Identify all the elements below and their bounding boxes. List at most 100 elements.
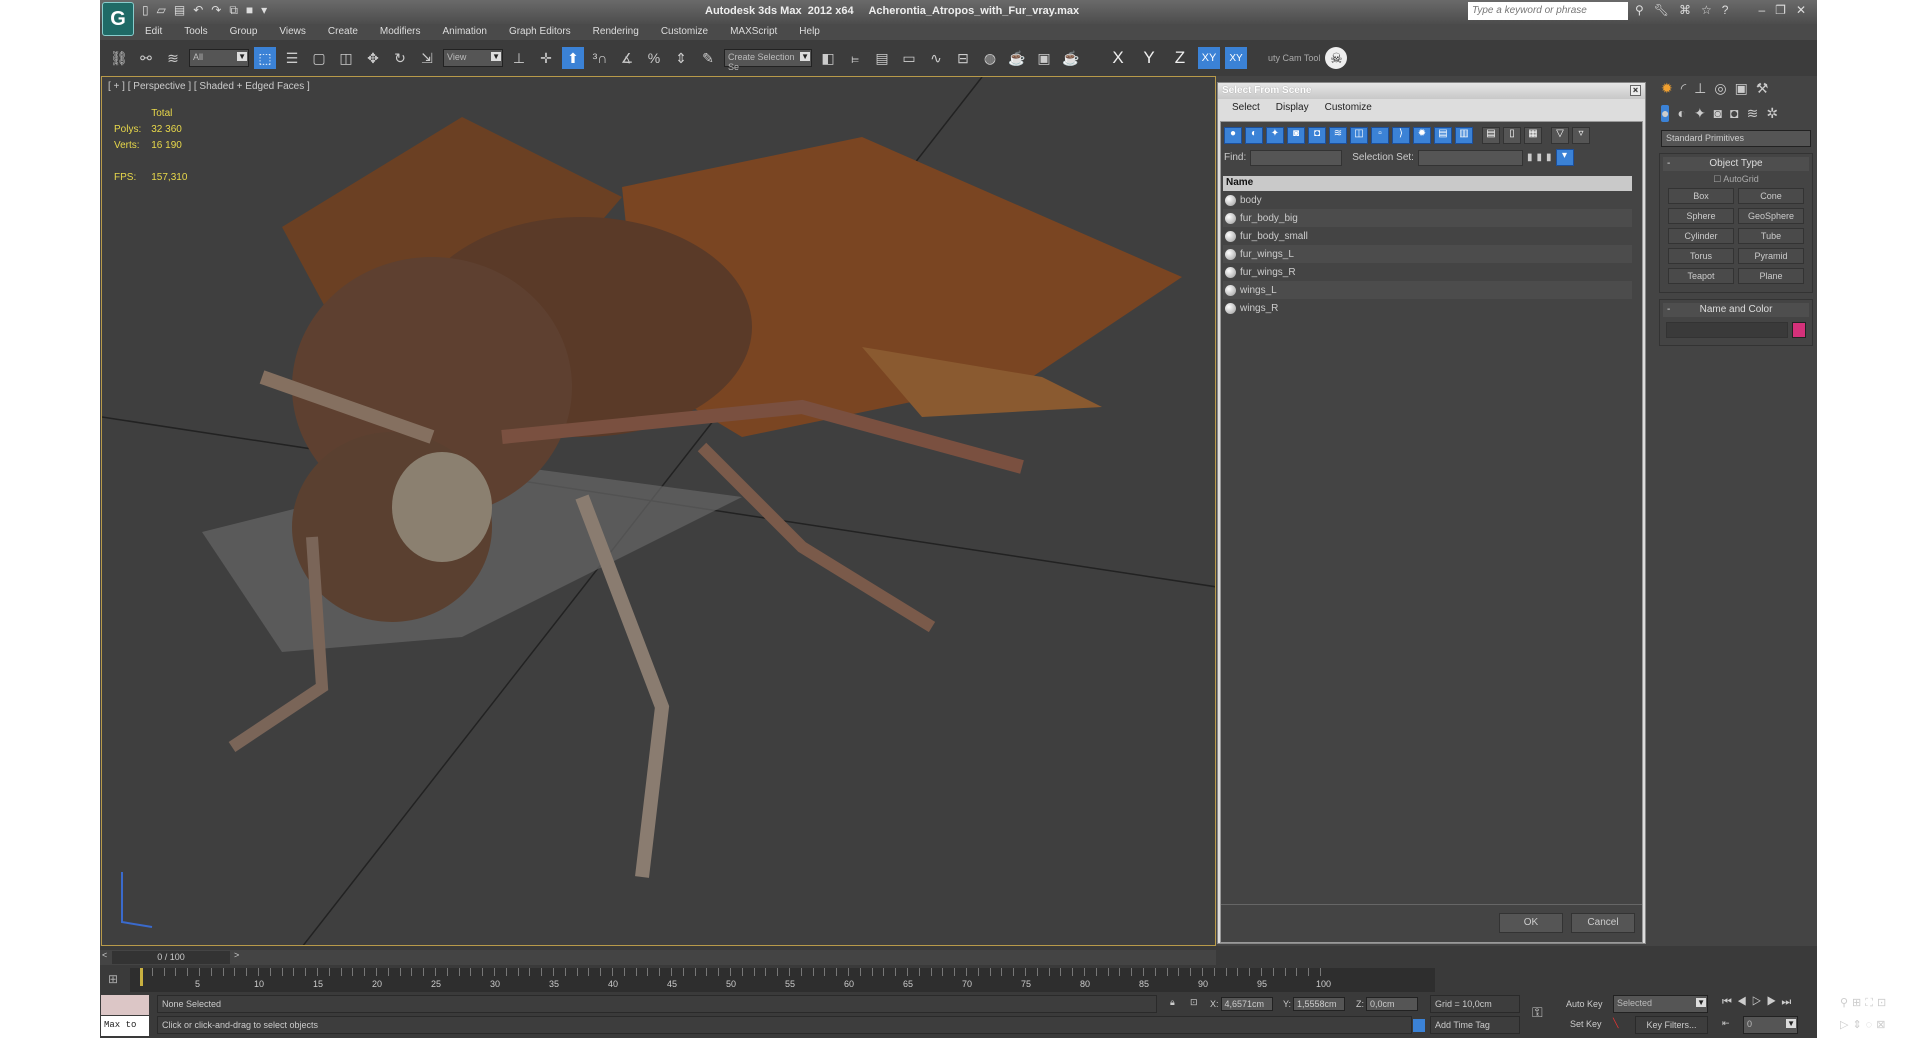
render-setup-icon[interactable]: ☕ [1006, 47, 1028, 69]
modify-tab-icon[interactable]: ◜ [1681, 80, 1686, 97]
menu-animation[interactable]: Animation [442, 24, 486, 40]
timeline-track[interactable]: 5 10 15 20 25 30 35 40 45 50 55 60 65 70 75 80 85 90 95 100 [130, 968, 1435, 992]
list-item[interactable]: wings_L [1223, 281, 1632, 299]
named-selection-set-dropdown[interactable]: Create Selection Se [724, 49, 812, 72]
app-menu-logo-button[interactable]: G [102, 2, 134, 36]
time-slider-thumb[interactable]: 0 / 100 [112, 951, 230, 964]
render-production-icon[interactable]: ☕ [1060, 47, 1082, 69]
perspective-viewport[interactable]: [ + ] [ Perspective ] [ Shaded + Edged F… [101, 76, 1216, 946]
select-by-name-icon[interactable]: ☰ [281, 47, 303, 69]
dropdown-icon[interactable]: ▾ [261, 3, 267, 18]
axis-xy-snap-button[interactable]: XY [1225, 47, 1247, 69]
new-file-icon[interactable]: ▯ [142, 3, 149, 18]
list-item[interactable]: fur_wings_L [1223, 245, 1632, 263]
auto-key-button[interactable]: Auto Key [1566, 999, 1603, 1009]
display-tab-icon[interactable]: ▣ [1735, 80, 1748, 97]
save-icon[interactable]: ▤ [174, 3, 185, 18]
containers-filter-icon[interactable]: ✹ [1413, 127, 1431, 144]
menu-maxscript[interactable]: MAXScript [730, 24, 777, 40]
skull-icon[interactable]: ☠ [1325, 47, 1348, 69]
selset-edit-icon[interactable]: ▮ [1546, 152, 1552, 163]
layer-manager-icon[interactable]: ▤ [871, 47, 893, 69]
sphere-button[interactable]: Sphere [1668, 208, 1734, 224]
helpers-icon[interactable]: ◘ [1730, 105, 1738, 122]
dialog-menu-display[interactable]: Display [1276, 99, 1309, 117]
window-icon[interactable]: ■ [246, 3, 253, 18]
create-tab-icon[interactable]: ✹ [1661, 80, 1673, 97]
object-name-input[interactable] [1666, 322, 1788, 338]
ok-button[interactable]: OK [1499, 913, 1563, 933]
open-file-icon[interactable]: ▱ [157, 3, 166, 18]
dialog-menu-customize[interactable]: Customize [1325, 99, 1372, 117]
playback-controls[interactable]: ⏮◀▷▶⏭ [1722, 996, 1796, 1009]
name-color-header[interactable]: Name and Color [1663, 303, 1809, 317]
pyramid-button[interactable]: Pyramid [1738, 248, 1804, 264]
rect-selection-icon[interactable]: ▢ [308, 47, 330, 69]
menu-graph-editors[interactable]: Graph Editors [509, 24, 571, 40]
viewport-nav-controls-2[interactable]: ▷⇕◌⊠ [1840, 1018, 1889, 1031]
selset-options-icon[interactable]: ▾ [1555, 149, 1574, 166]
help-icon[interactable]: ? [1722, 3, 1729, 17]
wrench-icon[interactable]: 🔧︎ [1654, 3, 1669, 17]
list-item[interactable]: fur_body_small [1223, 227, 1632, 245]
key-mode-toggle-icon[interactable]: ⇤ [1722, 1018, 1730, 1029]
rotate-icon[interactable]: ↻ [389, 47, 411, 69]
axis-xy-button[interactable]: XY [1198, 47, 1220, 69]
list-item[interactable]: fur_wings_R [1223, 263, 1632, 281]
set-keys-key-icon[interactable]: ⚿ [1532, 1004, 1543, 1021]
move-icon[interactable]: ✥ [362, 47, 384, 69]
angle-snap-icon[interactable]: ∡ [616, 47, 638, 69]
subscription-icon[interactable]: ⌘ [1679, 3, 1691, 17]
edit-named-selection-icon[interactable]: ✎ [697, 47, 719, 69]
axis-y-button[interactable]: Y [1136, 48, 1162, 68]
shapes-filter-icon[interactable]: ◐ [1245, 127, 1263, 144]
spacewarps-icon[interactable]: ≋ [1747, 105, 1759, 122]
lights-icon[interactable]: ✦ [1694, 105, 1706, 122]
mini-curve-editor-icon[interactable]: ⊞ [108, 972, 118, 986]
menu-help[interactable]: Help [799, 24, 820, 40]
object-category-dropdown[interactable]: Standard Primitives [1661, 130, 1811, 147]
z-coordinate-field[interactable]: 0,0cm [1366, 997, 1418, 1011]
absolute-mode-icon[interactable]: ⊡ [1190, 997, 1198, 1008]
torus-button[interactable]: Torus [1668, 248, 1734, 264]
hierarchy-tab-icon[interactable]: ⊥ [1694, 80, 1706, 97]
shapes-icon[interactable]: ◐ [1677, 105, 1685, 122]
menu-views[interactable]: Views [279, 24, 306, 40]
systems-icon[interactable]: ✲ [1766, 105, 1778, 122]
invert-selection-icon[interactable]: ▦ [1524, 127, 1542, 144]
time-slider[interactable]: < 0 / 100 > [100, 950, 1216, 965]
hidden-filter-icon[interactable]: ▥ [1455, 127, 1473, 144]
cancel-button[interactable]: Cancel [1571, 913, 1635, 933]
dialog-menu-select[interactable]: Select [1232, 99, 1260, 117]
xrefs-filter-icon[interactable]: ▫ [1371, 127, 1389, 144]
close-icon[interactable]: ✕ [1796, 3, 1806, 17]
graphite-icon[interactable]: ▭ [898, 47, 920, 69]
selset-add-icon[interactable]: ▮ [1527, 152, 1533, 163]
bones-filter-icon[interactable]: ⟩ [1392, 127, 1410, 144]
key-filters-button[interactable]: Key Filters... [1635, 1016, 1708, 1034]
dialog-close-icon[interactable]: × [1630, 85, 1641, 96]
link-icon[interactable]: ⛓ [108, 47, 130, 69]
plane-button[interactable]: Plane [1738, 268, 1804, 284]
box-button[interactable]: Box [1668, 188, 1734, 204]
menu-group[interactable]: Group [230, 24, 258, 40]
utilities-tab-icon[interactable]: ⚒ [1756, 80, 1769, 97]
cameras-filter-icon[interactable]: ◙ [1287, 127, 1305, 144]
scale-icon[interactable]: ⇲ [416, 47, 438, 69]
key-mode-dropdown[interactable]: Selected [1613, 995, 1708, 1013]
filter-icon[interactable]: ▽ [1551, 127, 1569, 144]
star-icon[interactable]: ☆ [1701, 3, 1712, 17]
align-icon[interactable]: ⫢ [844, 47, 866, 69]
material-editor-icon[interactable]: ◍ [979, 47, 1001, 69]
list-item[interactable]: wings_R [1223, 299, 1632, 317]
motion-tab-icon[interactable]: ◎ [1714, 80, 1726, 97]
selection-filter-dropdown[interactable]: All [189, 49, 249, 67]
menu-tools[interactable]: Tools [184, 24, 207, 40]
percent-snap-icon[interactable]: % [643, 47, 665, 69]
autogrid-checkbox[interactable]: ☐ AutoGrid [1660, 174, 1812, 185]
cameras-icon[interactable]: ◙ [1714, 105, 1722, 122]
search-input[interactable]: Type a keyword or phrase [1468, 2, 1628, 20]
menu-modifiers[interactable]: Modifiers [380, 24, 421, 40]
current-frame-field[interactable]: 0 [1743, 1016, 1798, 1034]
curve-editor-icon[interactable]: ∿ [925, 47, 947, 69]
